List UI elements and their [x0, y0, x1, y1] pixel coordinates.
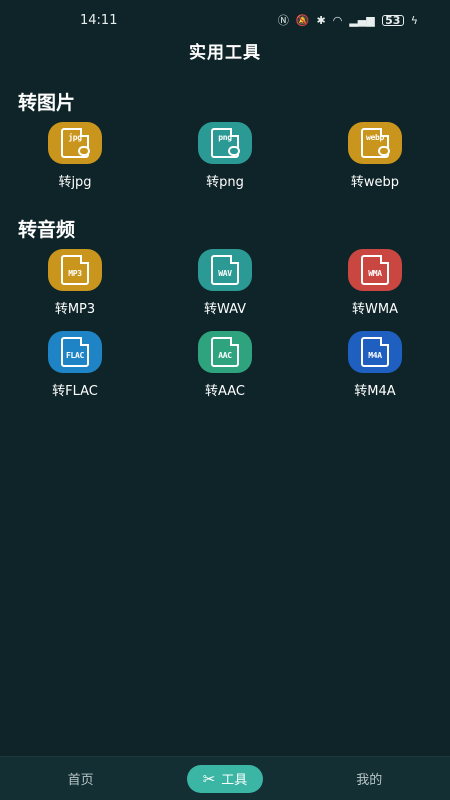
tool-label: 转WAV: [203, 302, 247, 317]
tool-png[interactable]: png 转png: [175, 122, 275, 190]
tool-flac[interactable]: FLAC 转FLAC: [25, 331, 125, 399]
icon-text: AAC: [218, 351, 232, 360]
mute-icon: 🔕: [295, 13, 310, 27]
icon-text: FLAC: [65, 351, 85, 360]
tool-label: 转FLAC: [52, 384, 98, 399]
tool-aac[interactable]: AAC 转AAC: [175, 331, 275, 399]
nav-home-label: 首页: [67, 773, 94, 788]
tool-webp[interactable]: webp 转webp: [325, 122, 425, 190]
icon-text: WAV: [218, 269, 232, 278]
signal-icon: ▂▄▆: [349, 13, 375, 27]
audio-wma-icon: WMA: [348, 249, 402, 291]
icon-text: M4A: [368, 351, 382, 360]
tool-label: 转MP3: [54, 302, 96, 317]
section-title-audio: 转音频: [18, 219, 76, 241]
doc-shape: MP3: [61, 255, 89, 285]
audio-flac-icon: FLAC: [48, 331, 102, 373]
tool-label: 转WMA: [352, 302, 398, 317]
bluetooth-icon: ✱: [316, 13, 326, 27]
doc-shape: M4A: [361, 337, 389, 367]
battery-icon: 53: [381, 13, 404, 27]
audio-wav-icon: WAV: [198, 249, 252, 291]
nav-tools[interactable]: ✂ 工具: [186, 764, 263, 793]
nav-mine-label: 我的: [356, 773, 383, 788]
icon-text: webp: [365, 133, 385, 142]
icon-text: WMA: [368, 269, 382, 278]
chat-badge-icon: [228, 146, 240, 156]
image-webp-icon: webp: [348, 122, 402, 164]
nav-mine[interactable]: 我的: [314, 765, 424, 793]
chat-badge-icon: [78, 146, 90, 156]
audio-aac-icon: AAC: [198, 331, 252, 373]
status-time: 14:11: [80, 12, 118, 28]
tool-wma[interactable]: WMA 转WMA: [325, 249, 425, 317]
tool-m4a[interactable]: M4A 转M4A: [325, 331, 425, 399]
image-png-icon: png: [198, 122, 252, 164]
doc-shape: AAC: [211, 337, 239, 367]
tool-jpg[interactable]: jpg 转jpg: [25, 122, 125, 190]
tool-label: 转webp: [350, 175, 400, 190]
icon-text: MP3: [68, 269, 82, 278]
tool-wav[interactable]: WAV 转WAV: [175, 249, 275, 317]
audio-mp3-icon: MP3: [48, 249, 102, 291]
status-icons: Ⓝ 🔕 ✱ ◠ ▂▄▆ 53 ϟ: [278, 12, 418, 28]
status-bar: 14:11 Ⓝ 🔕 ✱ ◠ ▂▄▆ 53 ϟ: [0, 0, 450, 40]
wifi-icon: ◠: [332, 13, 343, 27]
section-title-image: 转图片: [18, 92, 76, 114]
wrench-icon: ✂: [202, 769, 216, 788]
doc-shape: WMA: [361, 255, 389, 285]
tool-label: 转M4A: [354, 384, 396, 399]
audio-m4a-icon: M4A: [348, 331, 402, 373]
tool-label: 转AAC: [205, 384, 245, 399]
doc-shape: WAV: [211, 255, 239, 285]
nfc-icon: Ⓝ: [277, 14, 289, 27]
bottom-nav: 首页 ✂ 工具 我的: [0, 756, 450, 800]
image-jpg-icon: jpg: [48, 122, 102, 164]
tool-label: 转jpg: [58, 175, 92, 190]
tool-label: 转png: [206, 175, 244, 190]
nav-home[interactable]: 首页: [26, 765, 136, 793]
tool-mp3[interactable]: MP3 转MP3: [25, 249, 125, 317]
battery-level: 53: [385, 13, 401, 27]
icon-text: png: [218, 133, 232, 142]
nav-tools-label: 工具: [221, 773, 248, 788]
charging-icon: ϟ: [410, 13, 418, 27]
icon-text: jpg: [68, 133, 82, 142]
doc-shape: FLAC: [61, 337, 89, 367]
page-title: 实用工具: [189, 43, 261, 63]
chat-badge-icon: [378, 146, 390, 156]
